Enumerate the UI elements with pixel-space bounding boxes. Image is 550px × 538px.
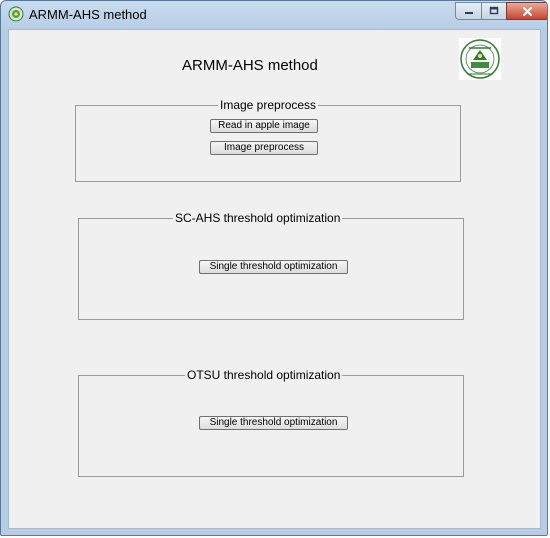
close-icon bbox=[522, 6, 533, 16]
otsu-threshold-group-label: OTSU threshold optimization bbox=[185, 368, 343, 382]
image-preprocess-button[interactable]: Image preprocess bbox=[210, 141, 318, 155]
app-icon bbox=[8, 6, 24, 22]
minimize-button[interactable] bbox=[455, 2, 482, 20]
page-title: ARMM-AHS method bbox=[182, 57, 318, 74]
university-seal-icon bbox=[459, 38, 501, 80]
scahs-single-threshold-button[interactable]: Single threshold optimization bbox=[199, 260, 348, 274]
app-window: ARMM-AHS method ARMM-AHS method Image pr… bbox=[0, 0, 548, 536]
otsu-single-threshold-button[interactable]: Single threshold optimization bbox=[199, 416, 348, 430]
scahs-threshold-group: SC-AHS threshold optimization Single thr… bbox=[78, 211, 464, 320]
image-preprocess-group-label: Image preprocess bbox=[218, 98, 319, 112]
read-apple-image-button[interactable]: Read in apple image bbox=[210, 119, 318, 133]
client-area: ARMM-AHS method Image preprocess Read in… bbox=[8, 29, 541, 529]
minimize-icon bbox=[464, 12, 473, 14]
scahs-threshold-group-label: SC-AHS threshold optimization bbox=[173, 211, 343, 225]
close-button[interactable] bbox=[506, 2, 547, 20]
window-title: ARMM-AHS method bbox=[29, 7, 147, 22]
maximize-icon bbox=[489, 6, 499, 15]
image-preprocess-group: Image preprocess Read in apple image Ima… bbox=[75, 98, 461, 182]
maximize-button[interactable] bbox=[481, 2, 507, 20]
title-bar[interactable]: ARMM-AHS method bbox=[1, 1, 547, 29]
otsu-threshold-group: OTSU threshold optimization Single thres… bbox=[78, 368, 464, 477]
